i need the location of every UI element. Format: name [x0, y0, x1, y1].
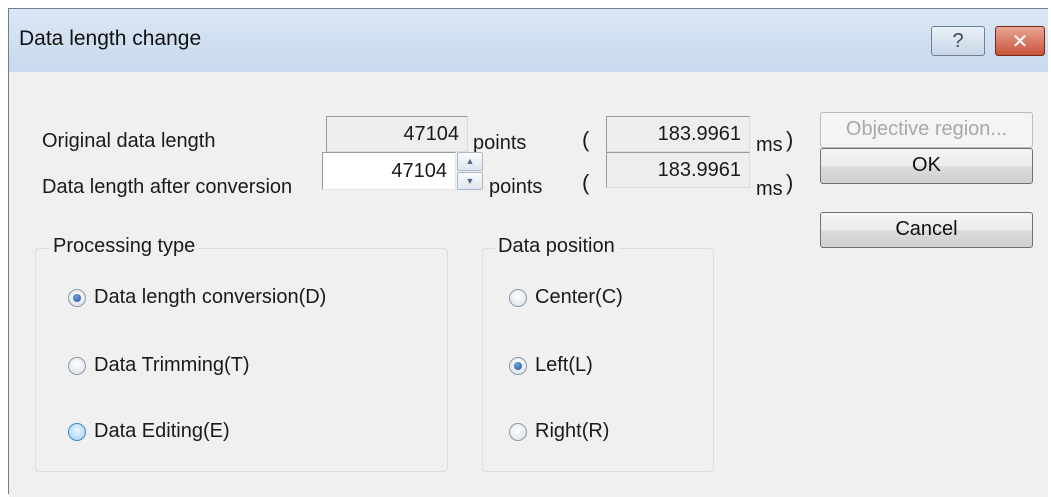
close-button[interactable]: ✕ [995, 26, 1045, 56]
original-ms-field: 183.9961 [606, 116, 750, 152]
radio-button[interactable] [509, 356, 527, 375]
radio-label: Data Editing(E) [94, 420, 230, 442]
radio-button[interactable] [68, 356, 86, 375]
ok-button[interactable]: OK [820, 148, 1033, 184]
cancel-button[interactable]: Cancel [820, 212, 1033, 248]
radio-label: Data Trimming(T) [94, 354, 250, 376]
radio-button[interactable] [509, 288, 527, 307]
converted-ms-field: 183.9961 [606, 152, 750, 188]
dialog-title: Data length change [19, 27, 202, 50]
radio-data-length-conversion[interactable]: Data length conversion(D) [68, 286, 326, 309]
processing-type-title: Processing type [50, 235, 199, 258]
radio-label: Center(C) [535, 286, 623, 308]
original-paren-close: ) [786, 127, 794, 152]
data-position-title: Data position [495, 235, 618, 258]
radio-data-trimming[interactable]: Data Trimming(T) [68, 354, 250, 377]
original-ms-unit: ms [756, 134, 783, 156]
converted-length-label: Data length after conversion [42, 176, 293, 198]
radio-left[interactable]: Left(L) [509, 354, 593, 377]
radio-right[interactable]: Right(R) [509, 420, 609, 443]
radio-label: Left(L) [535, 354, 593, 376]
original-length-label: Original data length [42, 130, 216, 152]
original-points-field: 47104 [326, 116, 468, 152]
converted-paren-close: ) [786, 170, 794, 195]
radio-button[interactable] [509, 422, 527, 441]
points-spinner[interactable]: ▲ ▼ [457, 152, 483, 190]
radio-data-editing[interactable]: Data Editing(E) [68, 420, 230, 443]
question-mark-icon: ? [952, 29, 964, 52]
converted-paren-open: ( [582, 170, 590, 195]
radio-center[interactable]: Center(C) [509, 286, 623, 309]
spin-up-arrow-icon[interactable]: ▲ [457, 152, 483, 171]
radio-label: Right(R) [535, 420, 610, 442]
close-x-icon: ✕ [1011, 30, 1029, 53]
help-button[interactable]: ? [931, 26, 985, 56]
radio-button[interactable] [68, 288, 86, 307]
converted-points-unit: points [489, 176, 543, 198]
spin-down-arrow-icon[interactable]: ▼ [457, 171, 483, 190]
objective-region-button[interactable]: Objective region... [820, 112, 1033, 148]
radio-label: Data length conversion(D) [94, 286, 327, 308]
converted-ms-unit: ms [756, 178, 783, 200]
radio-button[interactable] [68, 422, 86, 441]
original-paren-open: ( [582, 127, 590, 152]
title-bar[interactable]: Data length change ? ✕ [9, 9, 1048, 73]
converted-points-input[interactable]: 47104 [322, 152, 456, 190]
